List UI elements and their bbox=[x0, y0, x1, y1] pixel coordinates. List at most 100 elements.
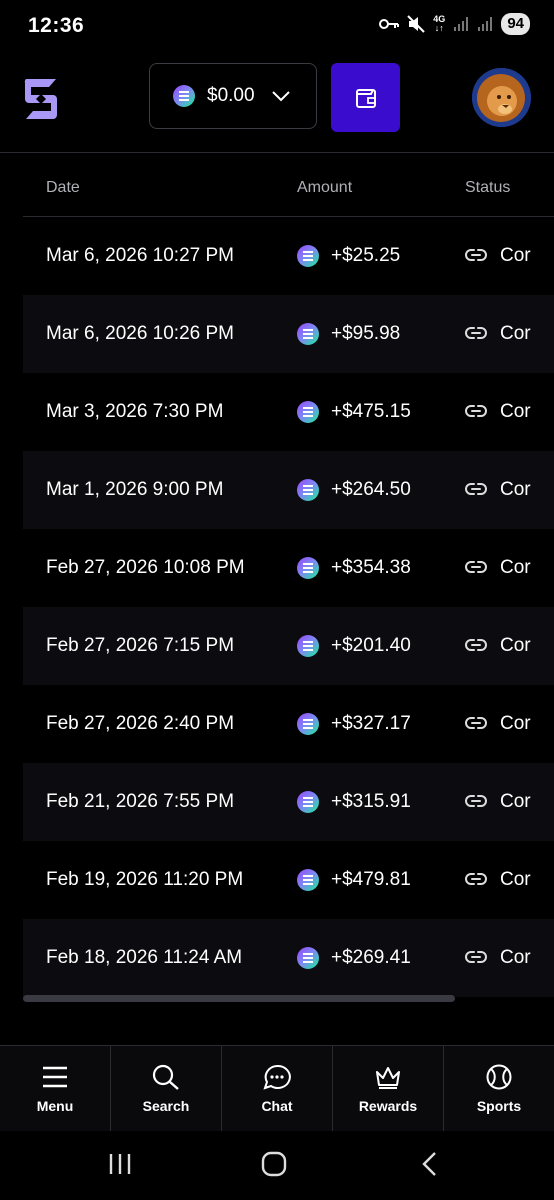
column-date[interactable]: Date bbox=[46, 179, 80, 197]
table-row[interactable]: Feb 27, 2026 7:15 PM +$201.40 Cor bbox=[23, 607, 554, 685]
network-arrows: ↓↑ bbox=[434, 23, 444, 33]
transaction-amount: +$315.91 bbox=[331, 791, 411, 812]
transaction-amount: +$25.25 bbox=[331, 245, 401, 266]
solana-coin-icon bbox=[297, 557, 319, 579]
link-icon[interactable] bbox=[465, 403, 487, 424]
link-icon[interactable] bbox=[465, 637, 487, 658]
transaction-date: Mar 1, 2026 9:00 PM bbox=[46, 479, 224, 500]
link-icon[interactable] bbox=[465, 871, 487, 892]
transaction-amount: +$475.15 bbox=[331, 401, 411, 422]
transaction-status: Cor bbox=[500, 245, 531, 266]
wallet-icon bbox=[355, 88, 376, 108]
wallet-button[interactable] bbox=[331, 63, 400, 132]
solana-coin-icon bbox=[173, 85, 195, 107]
transaction-date: Feb 27, 2026 7:15 PM bbox=[46, 635, 235, 656]
ball-icon bbox=[486, 1064, 512, 1090]
nav-label: Chat bbox=[261, 1098, 293, 1114]
status-bar: 12:36 4G ↓↑ 94 bbox=[0, 0, 554, 52]
solana-coin-icon bbox=[297, 323, 319, 345]
network-indicator: 4G ↓↑ bbox=[433, 15, 445, 33]
table-header: Date Amount Status bbox=[23, 152, 554, 217]
solana-coin-icon bbox=[297, 713, 319, 735]
transaction-date: Feb 27, 2026 10:08 PM bbox=[46, 557, 245, 578]
status-time: 12:36 bbox=[28, 14, 85, 37]
link-icon[interactable] bbox=[465, 949, 487, 970]
transaction-date: Feb 21, 2026 7:55 PM bbox=[46, 791, 235, 812]
link-icon[interactable] bbox=[465, 481, 487, 502]
transaction-amount: +$479.81 bbox=[331, 869, 411, 890]
nav-chat[interactable]: Chat bbox=[222, 1046, 333, 1132]
menu-icon bbox=[43, 1066, 67, 1088]
back-icon[interactable] bbox=[418, 1151, 444, 1177]
transaction-amount: +$327.17 bbox=[331, 713, 411, 734]
link-icon[interactable] bbox=[465, 247, 487, 268]
battery-level: 94 bbox=[501, 13, 530, 35]
horizontal-scrollbar[interactable] bbox=[23, 995, 455, 1002]
transaction-status: Cor bbox=[500, 947, 531, 968]
solana-coin-icon bbox=[297, 245, 319, 267]
avatar[interactable] bbox=[472, 68, 531, 127]
nav-sports[interactable]: Sports bbox=[444, 1046, 554, 1132]
table-row[interactable]: Mar 6, 2026 10:26 PM +$95.98 Cor bbox=[23, 295, 554, 373]
solana-coin-icon bbox=[297, 947, 319, 969]
transaction-date: Mar 6, 2026 10:26 PM bbox=[46, 323, 234, 344]
transaction-status: Cor bbox=[500, 791, 531, 812]
nav-menu[interactable]: Menu bbox=[0, 1046, 111, 1132]
solana-coin-icon bbox=[297, 401, 319, 423]
bottom-nav: Menu Search Chat Rewards Sports bbox=[0, 1045, 554, 1132]
table-row[interactable]: Feb 21, 2026 7:55 PM +$315.91 Cor bbox=[23, 763, 554, 841]
signal-icon bbox=[478, 17, 493, 31]
link-icon[interactable] bbox=[465, 715, 487, 736]
solana-coin-icon bbox=[297, 791, 319, 813]
chat-icon bbox=[263, 1064, 291, 1090]
status-icons: 4G ↓↑ 94 bbox=[379, 13, 530, 35]
transaction-date: Feb 18, 2026 11:24 AM bbox=[46, 947, 243, 968]
table-row[interactable]: Mar 6, 2026 10:27 PM +$25.25 Cor bbox=[23, 217, 554, 295]
table-row[interactable]: Feb 27, 2026 10:08 PM +$354.38 Cor bbox=[23, 529, 554, 607]
balance-amount: $0.00 bbox=[207, 85, 255, 106]
table-row[interactable]: Mar 1, 2026 9:00 PM +$264.50 Cor bbox=[23, 451, 554, 529]
transaction-status: Cor bbox=[500, 635, 531, 656]
solana-coin-icon bbox=[297, 869, 319, 891]
solana-coin-icon bbox=[297, 479, 319, 501]
table-row[interactable]: Feb 19, 2026 11:20 PM +$479.81 Cor bbox=[23, 841, 554, 919]
transaction-status: Cor bbox=[500, 401, 531, 422]
transaction-amount: +$264.50 bbox=[331, 479, 411, 500]
nav-label: Rewards bbox=[358, 1098, 418, 1114]
transaction-date: Feb 19, 2026 11:20 PM bbox=[46, 869, 244, 890]
app-header: $0.00 bbox=[0, 52, 554, 153]
transaction-amount: +$354.38 bbox=[331, 557, 411, 578]
transaction-date: Mar 3, 2026 7:30 PM bbox=[46, 401, 224, 422]
link-icon[interactable] bbox=[465, 325, 487, 346]
chevron-down-icon bbox=[271, 91, 290, 102]
search-icon bbox=[152, 1064, 179, 1090]
nav-search[interactable]: Search bbox=[111, 1046, 222, 1132]
nav-rewards[interactable]: Rewards bbox=[333, 1046, 444, 1132]
system-navigation bbox=[0, 1131, 554, 1200]
link-icon[interactable] bbox=[465, 793, 487, 814]
recents-icon[interactable] bbox=[107, 1151, 133, 1177]
table-row[interactable]: Mar 3, 2026 7:30 PM +$475.15 Cor bbox=[23, 373, 554, 451]
lion-avatar-icon bbox=[472, 68, 531, 127]
table-row[interactable]: Feb 27, 2026 2:40 PM +$327.17 Cor bbox=[23, 685, 554, 763]
transaction-status: Cor bbox=[500, 479, 531, 500]
vpn-key-icon bbox=[379, 19, 400, 29]
nav-label: Search bbox=[142, 1098, 190, 1114]
home-icon[interactable] bbox=[261, 1151, 287, 1177]
transaction-amount: +$95.98 bbox=[331, 323, 401, 344]
transaction-status: Cor bbox=[500, 557, 531, 578]
app-logo-icon[interactable] bbox=[22, 77, 60, 121]
solana-coin-icon bbox=[297, 635, 319, 657]
nav-label: Menu bbox=[36, 1098, 74, 1114]
balance-dropdown[interactable]: $0.00 bbox=[149, 63, 317, 129]
link-icon[interactable] bbox=[465, 559, 487, 580]
table-row[interactable]: Feb 18, 2026 11:24 AM +$269.41 Cor bbox=[23, 919, 554, 997]
transaction-status: Cor bbox=[500, 323, 531, 344]
transaction-date: Mar 6, 2026 10:27 PM bbox=[46, 245, 234, 266]
column-amount[interactable]: Amount bbox=[297, 179, 352, 197]
column-status[interactable]: Status bbox=[465, 179, 510, 197]
transaction-status: Cor bbox=[500, 869, 531, 890]
transaction-amount: +$201.40 bbox=[331, 635, 411, 656]
signal-icon bbox=[454, 17, 469, 31]
mute-icon bbox=[407, 15, 426, 33]
